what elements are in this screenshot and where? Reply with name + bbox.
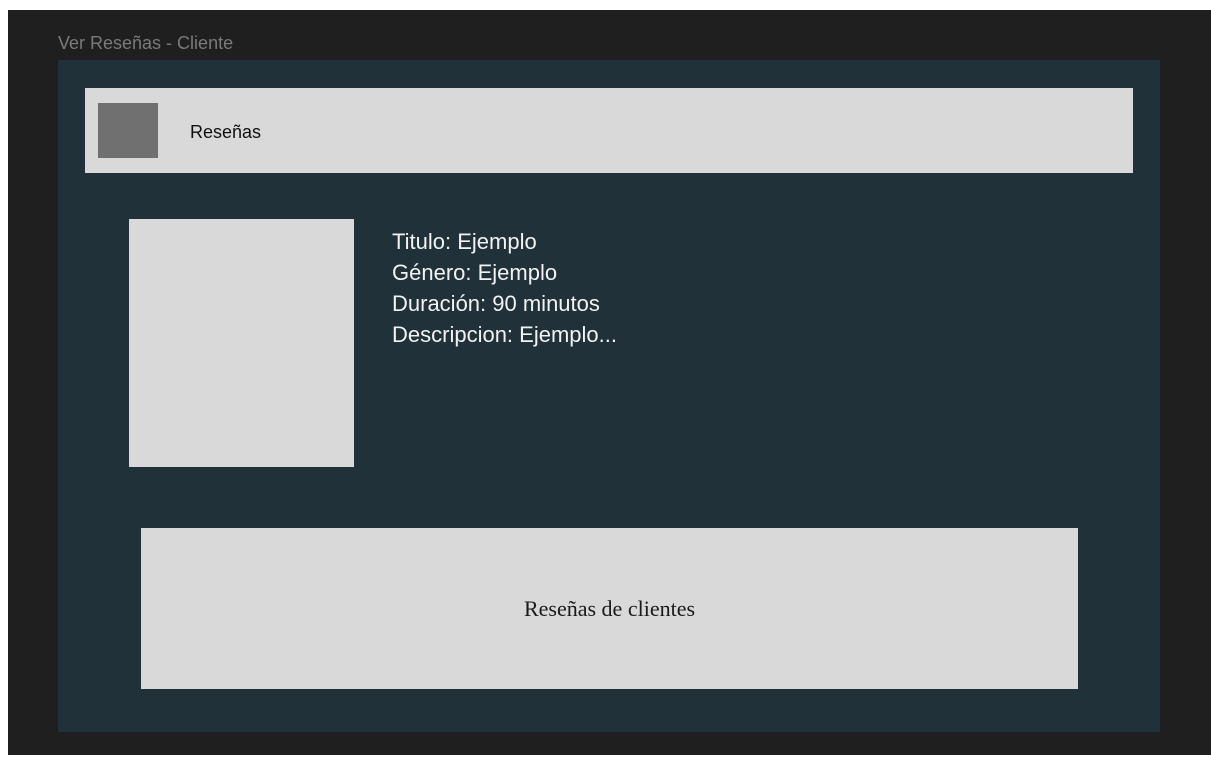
movie-info: Titulo: Ejemplo Género: Ejemplo Duración… <box>392 226 617 350</box>
movie-poster-image <box>129 219 354 467</box>
frame-label: Ver Reseñas - Cliente <box>58 33 234 53</box>
page-title: Reseñas <box>190 122 262 142</box>
menu-icon[interactable] <box>98 103 158 158</box>
movie-description: Descripcion: Ejemplo... <box>392 322 617 347</box>
movie-title: Titulo: Ejemplo <box>392 229 537 254</box>
customer-reviews-panel[interactable]: Reseñas de clientes <box>141 528 1078 689</box>
customer-reviews-label: Reseñas de clientes <box>523 595 696 621</box>
movie-genre: Género: Ejemplo <box>392 260 558 285</box>
movie-duration: Duración: 90 minutos <box>392 291 600 316</box>
